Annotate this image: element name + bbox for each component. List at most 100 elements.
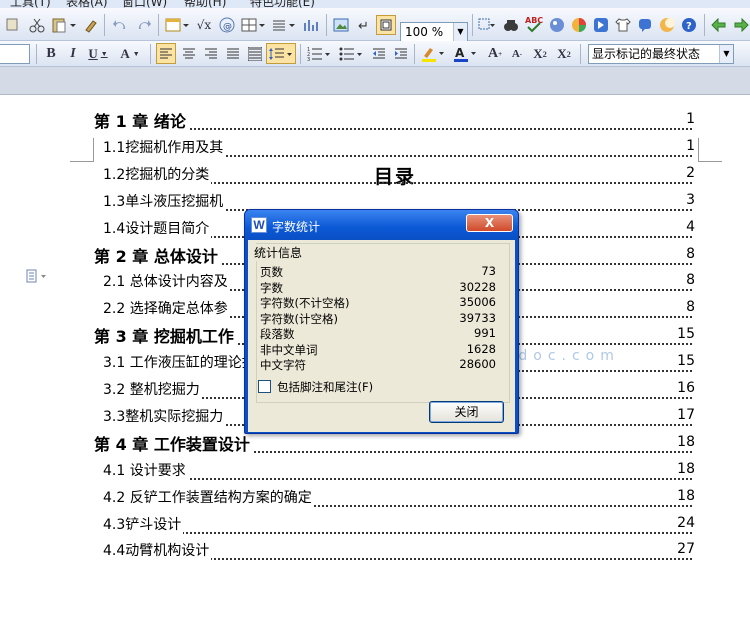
symbol-icon[interactable]: @: [218, 16, 236, 34]
font-color-button[interactable]: A: [452, 44, 480, 64]
toc-entry[interactable]: 1.2挖掘机的分类 2: [0, 162, 750, 188]
toc-entry[interactable]: 第 1 章 绪论 1: [0, 108, 750, 134]
select-object-icon[interactable]: [476, 16, 496, 34]
stat-label: 字符数(不计空格): [260, 296, 350, 310]
toc-entry[interactable]: 第 4 章 工作装置设计 18: [0, 430, 750, 457]
toc-entry-text: 1.2挖掘机的分类: [103, 163, 212, 184]
share-icon[interactable]: [548, 16, 566, 34]
align-right-button[interactable]: [202, 44, 220, 64]
formula-icon[interactable]: √x: [194, 16, 214, 34]
columns-icon[interactable]: [270, 16, 296, 34]
highlight-button[interactable]: [420, 44, 448, 64]
dialog-titlebar[interactable]: W 字数统计 X: [245, 210, 518, 240]
stat-value: 1628: [466, 341, 496, 356]
forward-arrow-icon[interactable]: [732, 16, 750, 34]
online-resource-icon[interactable]: [570, 16, 588, 34]
dialog-body: 统计信息 页数 73 字数 30228 字符数(不计空格) 35006 字符数(计空格) 39…: [248, 240, 515, 432]
spell-check-icon[interactable]: ABC: [524, 14, 544, 34]
align-left-button[interactable]: [156, 43, 176, 64]
toc-entry-text: 4.2 反铲工作装置结构方案的确定: [103, 486, 314, 507]
zoom-combo[interactable]: 100 % ▼: [400, 22, 468, 42]
feedback-icon[interactable]: [636, 16, 654, 34]
italic-button[interactable]: I: [64, 44, 82, 64]
menu-table[interactable]: 表格(A): [66, 0, 108, 8]
svg-text:A: A: [455, 46, 465, 60]
menu-tools[interactable]: 工具(T): [10, 0, 51, 8]
subscript-button[interactable]: X2: [554, 44, 574, 64]
svg-text:3: 3: [307, 57, 310, 61]
toc-entry[interactable]: 4.3铲斗设计 24: [0, 512, 750, 538]
toc-entry-page: 27: [676, 541, 695, 558]
menu-help[interactable]: 帮助(H): [184, 0, 226, 8]
wps-writer-icon: W: [251, 217, 267, 233]
format-painter-icon[interactable]: [82, 16, 100, 34]
toc-entry[interactable]: 4.1 设计要求 18: [0, 458, 750, 484]
justify-button[interactable]: [224, 44, 242, 64]
toc-entry-text: 第 4 章 工作装置设计: [94, 430, 252, 455]
menu-features[interactable]: 特色功能(E): [250, 0, 315, 8]
toc-entry-text: 2.2 选择确定总体参: [103, 298, 230, 319]
back-arrow-icon[interactable]: [710, 16, 728, 34]
dialog-close-x-button[interactable]: X: [466, 214, 513, 232]
toc-entry[interactable]: 1.1挖掘机作用及其 1: [0, 135, 750, 161]
decrease-indent-button[interactable]: [370, 44, 388, 64]
stat-row: 字数 30228: [260, 280, 496, 295]
toc-entry[interactable]: 4.2 反铲工作装置结构方案的确定 18: [0, 485, 750, 511]
menu-window[interactable]: 窗口(W): [122, 0, 167, 8]
stat-row: 字符数(不计空格) 35006: [260, 295, 496, 310]
line-spacing-button[interactable]: [266, 43, 296, 64]
markup-display-value: 显示标记的最终状态: [592, 47, 701, 61]
toc-entry-text: 第 2 章 总体设计: [94, 242, 220, 267]
stat-value: 28600: [459, 357, 496, 371]
distributed-align-button[interactable]: [246, 44, 264, 64]
find-binoculars-icon[interactable]: [502, 16, 520, 34]
undo-icon[interactable]: [110, 16, 130, 34]
ruler-area: [0, 67, 750, 95]
paste-area-icon[interactable]: [4, 16, 20, 32]
night-mode-icon[interactable]: [658, 16, 676, 34]
include-footnotes-label[interactable]: 包括脚注和尾注(F): [277, 379, 373, 395]
include-footnotes-checkbox[interactable]: [258, 380, 271, 393]
toc-entry-page: 24: [676, 514, 695, 531]
stat-label: 非中文单词: [260, 342, 318, 357]
shrink-font-button[interactable]: A-: [508, 44, 526, 64]
paste-icon[interactable]: [50, 16, 78, 34]
toc-entry-page: 17: [676, 406, 695, 423]
help-icon[interactable]: ?: [680, 16, 698, 34]
shirt-skin-icon[interactable]: [614, 16, 632, 34]
show-markup-icon[interactable]: [376, 15, 396, 35]
statistics-group-label: 统计信息: [252, 244, 305, 261]
zoom-dropdown-icon[interactable]: ▼: [453, 23, 467, 41]
menubar: 工具(T) 表格(A) 窗口(W) 帮助(H) 特色功能(E): [0, 0, 750, 8]
numbered-list-button[interactable]: 123: [306, 44, 334, 64]
close-button[interactable]: 关闭: [429, 401, 504, 423]
cut-icon[interactable]: [28, 16, 46, 34]
redo-icon[interactable]: [134, 16, 154, 34]
superscript-button[interactable]: X2: [530, 44, 550, 64]
char-border-button[interactable]: A ▼: [116, 44, 144, 64]
grow-font-button[interactable]: A +: [486, 44, 504, 64]
include-footnotes-row[interactable]: 包括脚注和尾注(F): [258, 379, 458, 395]
backup-icon[interactable]: [592, 16, 610, 34]
stat-label: 字符数(计空格): [260, 311, 338, 326]
document-margin-icon[interactable]: [26, 269, 52, 286]
increase-indent-button[interactable]: [392, 44, 410, 64]
table-grid-icon[interactable]: [240, 16, 266, 34]
stat-value: 991: [474, 326, 496, 340]
chart-icon[interactable]: [300, 16, 322, 34]
insert-picture-icon[interactable]: [332, 16, 350, 34]
bullet-list-button[interactable]: [338, 44, 366, 64]
underline-button[interactable]: U ▼: [84, 44, 112, 64]
word-count-dialog: W 字数统计 X 统计信息 页数 73 字数 30228 字符数(不计空格) 35006 字…: [244, 209, 519, 434]
paragraph-mark-icon[interactable]: ↵: [354, 16, 372, 34]
insert-table-icon[interactable]: [164, 16, 190, 34]
toc-entry[interactable]: 4.4动臂机构设计 27: [0, 538, 750, 564]
toc-entry-page: 1: [685, 137, 695, 154]
font-size-combo[interactable]: [0, 44, 30, 64]
svg-text:@: @: [223, 22, 232, 32]
align-center-button[interactable]: [180, 44, 198, 64]
bold-button[interactable]: B: [42, 44, 60, 64]
markup-display-select[interactable]: 显示标记的最终状态 ▼: [588, 44, 734, 64]
markup-dropdown-icon[interactable]: ▼: [719, 45, 733, 63]
toc-entry-text: 4.3铲斗设计: [103, 513, 184, 534]
